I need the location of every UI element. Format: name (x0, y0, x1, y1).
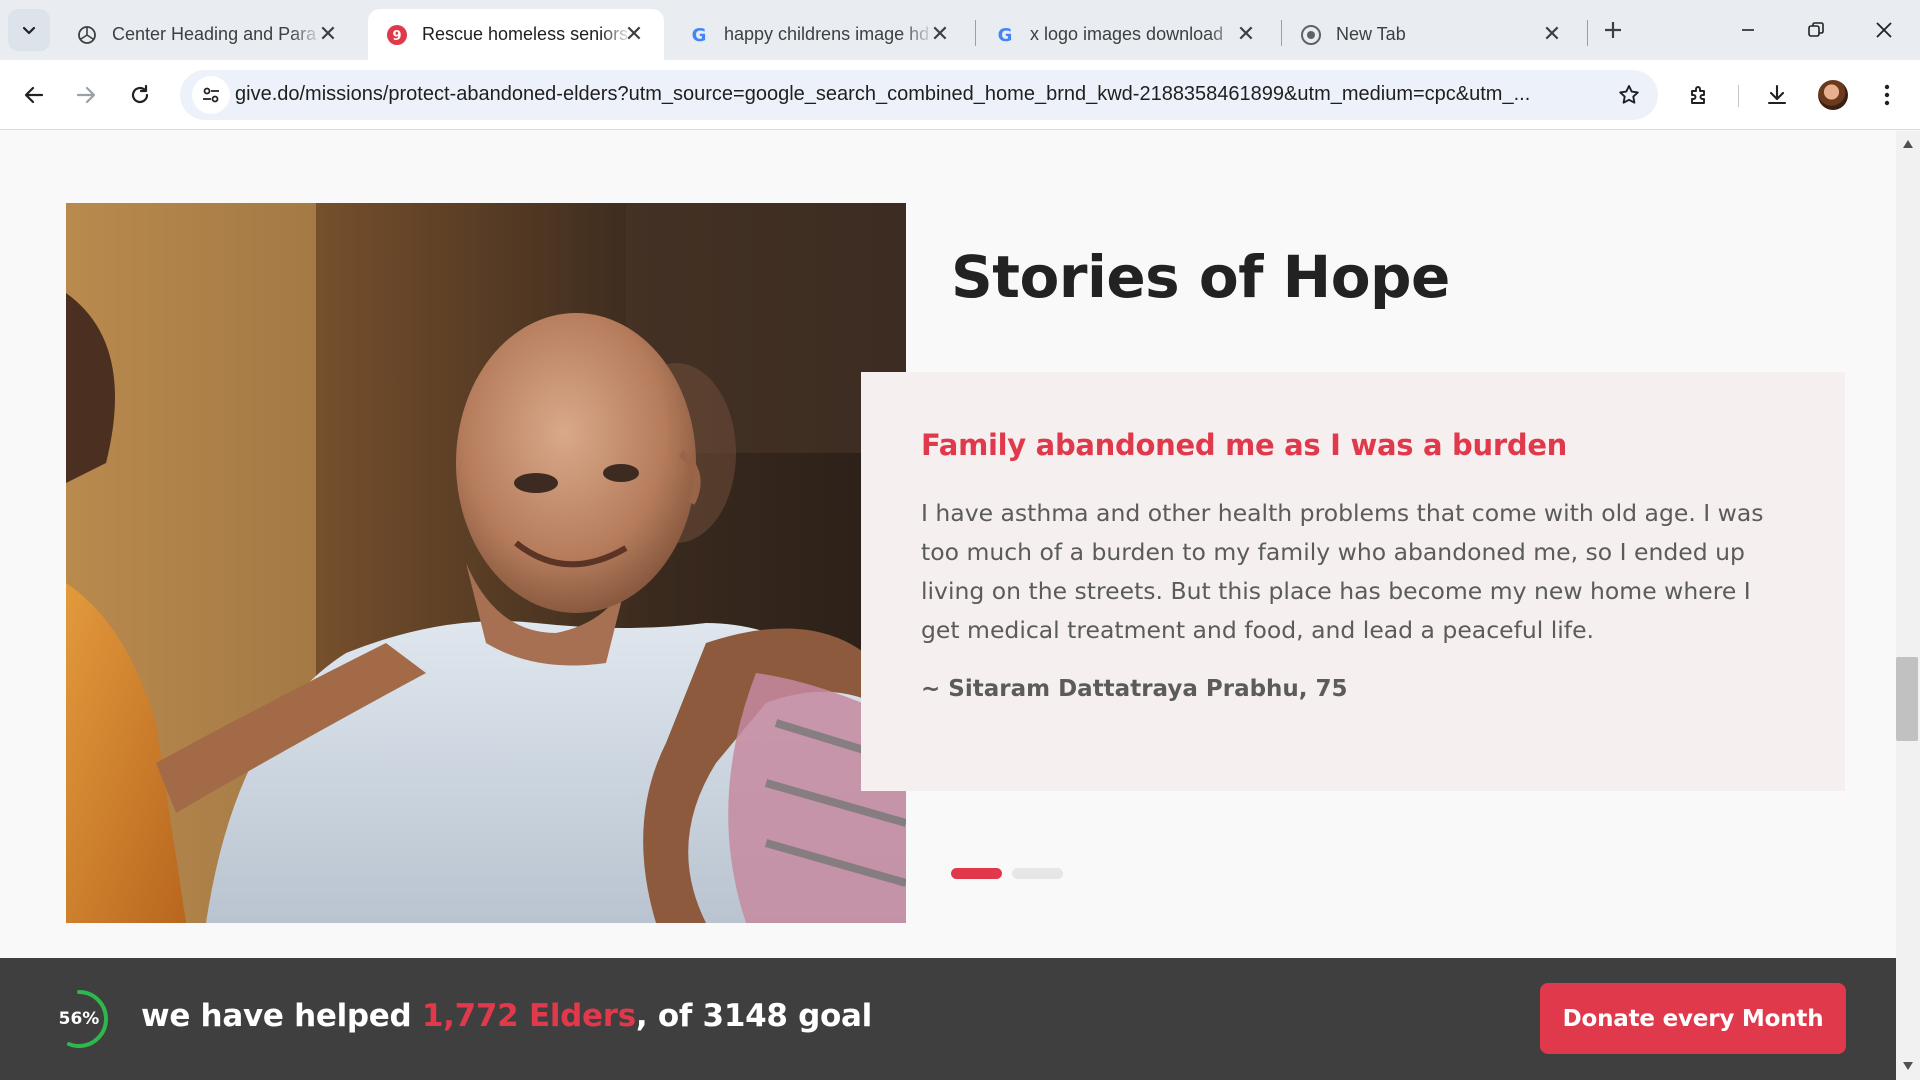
story-heading: Family abandoned me as I was a burden (921, 428, 1568, 462)
story-author: ~ Sitaram Dattatraya Prabhu, 75 (921, 676, 1348, 702)
more-vert-icon (1884, 84, 1890, 106)
tab-strip: Center Heading and Para ✕ 9 Rescue homel… (0, 0, 1920, 60)
close-icon[interactable]: ✕ (1234, 21, 1258, 46)
story-body: I have asthma and other health problems … (921, 499, 1764, 644)
forward-button[interactable] (64, 73, 108, 117)
triangle-up-icon (1903, 140, 1913, 148)
openai-icon (76, 24, 98, 46)
back-button[interactable] (12, 73, 56, 117)
section-title: Stories of Hope (951, 243, 1450, 311)
bookmark-button[interactable] (1614, 80, 1644, 110)
triangle-down-icon (1903, 1062, 1913, 1070)
tune-icon (203, 87, 219, 103)
helped-suffix: , of 3148 goal (635, 998, 872, 1034)
page-scrollbar[interactable] (1896, 131, 1920, 1080)
address-bar[interactable]: give.do/missions/protect-abandoned-elder… (180, 70, 1658, 120)
arrow-left-icon (24, 86, 44, 104)
minimize-icon (1742, 29, 1754, 31)
story-card: Family abandoned me as I was a burden I … (861, 372, 1845, 791)
arrow-right-icon (76, 86, 96, 104)
chevron-down-icon (22, 26, 36, 35)
url-text[interactable]: give.do/missions/protect-abandoned-elder… (235, 83, 1595, 106)
downloads-button[interactable] (1755, 73, 1799, 117)
google-icon: G (994, 24, 1016, 46)
tab-rescue-homeless-seniors[interactable]: 9 Rescue homeless seniors ✕ (368, 9, 664, 60)
close-window-button[interactable] (1854, 6, 1914, 54)
plus-icon (1605, 22, 1621, 38)
close-icon[interactable]: ✕ (1540, 21, 1564, 46)
helped-prefix: we have helped (141, 998, 422, 1034)
browser-toolbar: give.do/missions/protect-abandoned-elder… (0, 60, 1920, 130)
give-icon: 9 (386, 24, 408, 46)
carousel-dot-1[interactable] (951, 868, 1002, 879)
close-icon[interactable]: ✕ (316, 21, 340, 46)
close-icon[interactable]: ✕ (622, 21, 646, 46)
tab-title: New Tab (1336, 24, 1406, 44)
google-icon: G (688, 24, 710, 46)
donate-every-month-button[interactable]: Donate every Month (1540, 983, 1846, 1054)
tab-title: Rescue homeless seniors (422, 24, 629, 44)
menu-button[interactable] (1865, 73, 1909, 117)
restore-button[interactable] (1786, 6, 1846, 54)
scroll-thumb[interactable] (1896, 657, 1918, 741)
carousel-dot-2[interactable] (1012, 868, 1063, 879)
elderly-man-photo (66, 203, 906, 923)
tab-x-logo-images[interactable]: G x logo images download ✕ (976, 9, 1276, 60)
reload-icon (131, 84, 149, 104)
close-icon[interactable]: ✕ (928, 21, 952, 46)
scroll-up-arrow[interactable] (1896, 135, 1920, 153)
story-photo (66, 203, 906, 923)
site-info-button[interactable] (192, 76, 230, 114)
helped-text: we have helped 1,772 Elders, of 3148 goa… (141, 998, 872, 1034)
extensions-button[interactable] (1677, 73, 1721, 117)
progress-percent: 56% (58, 1009, 100, 1029)
helped-count: 1,772 Elders (421, 998, 636, 1034)
tab-title: Center Heading and Para (112, 24, 317, 44)
svg-text:G: G (998, 25, 1013, 46)
tab-search-button[interactable] (8, 9, 50, 51)
scroll-down-arrow[interactable] (1896, 1057, 1920, 1075)
tab-title: happy childrens image hd (724, 24, 930, 44)
sticky-donate-bar: 56% we have helped 1,772 Elders, of 3148… (0, 958, 1896, 1080)
reload-button[interactable] (118, 73, 162, 117)
tab-center-heading[interactable]: Center Heading and Para ✕ (58, 9, 358, 60)
chrome-icon (1300, 24, 1322, 46)
svg-text:G: G (692, 25, 707, 46)
restore-icon (1808, 22, 1824, 37)
toolbar-separator (1738, 85, 1739, 107)
new-tab-button[interactable] (1596, 13, 1630, 47)
puzzle-icon (1691, 86, 1705, 104)
tab-title: x logo images download (1030, 24, 1224, 44)
svg-text:9: 9 (392, 29, 401, 44)
close-window-icon (1876, 22, 1892, 38)
minimize-button[interactable] (1718, 6, 1778, 54)
page-content: Stories of Hope Family abandoned me as I… (0, 131, 1896, 1080)
tab-new-tab[interactable]: New Tab ✕ (1282, 9, 1582, 60)
tab-happy-childrens-image[interactable]: G happy childrens image hd ✕ (670, 9, 970, 60)
profile-avatar[interactable] (1818, 80, 1848, 110)
tab-separator (1587, 20, 1588, 46)
download-icon (1767, 84, 1787, 105)
star-icon (1619, 85, 1639, 104)
